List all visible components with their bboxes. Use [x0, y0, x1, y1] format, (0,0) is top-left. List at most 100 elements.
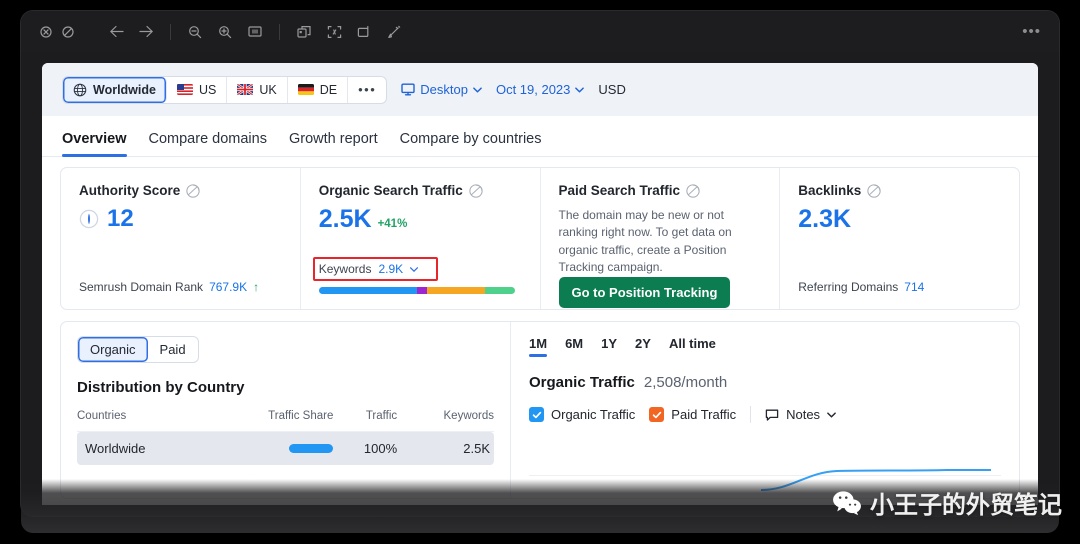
domain-rank-value[interactable]: 767.9K: [209, 280, 247, 294]
backlinks-value-row: 2.3K: [798, 206, 1001, 233]
legend-paid-traffic[interactable]: Paid Traffic: [649, 407, 736, 422]
cell-traffic: 2.5K: [397, 431, 494, 465]
authority-score-title: Authority Score: [79, 183, 282, 198]
toggle-paid[interactable]: Paid: [148, 337, 198, 362]
screenshot-root: ••• Worldwide US UK DE ••• Desktop Oct 1…: [0, 0, 1080, 544]
keywords-label: Keywords: [318, 262, 372, 276]
gauge-icon: [79, 209, 99, 229]
organic-traffic-title: Organic Search Traffic: [319, 183, 522, 198]
period-all-time[interactable]: All time: [669, 336, 716, 357]
device-selector[interactable]: Desktop: [401, 82, 482, 97]
table-row[interactable]: Worldwide 100% 2.5K: [77, 431, 494, 465]
browser-toolbar: •••: [21, 11, 1059, 52]
tab-overview[interactable]: Overview: [62, 131, 127, 157]
geo-more[interactable]: •••: [348, 77, 386, 103]
cell-country: Worldwide: [77, 431, 209, 465]
globe-icon: [73, 83, 87, 96]
col-keywords[interactable]: Keywords: [397, 410, 494, 432]
traffic-sparkline: [761, 469, 991, 491]
authority-score-label: Authority Score: [79, 183, 181, 198]
keywords-row[interactable]: Keywords 2.9K: [312, 257, 439, 281]
device-label: Desktop: [420, 82, 468, 97]
segment-orange: [426, 287, 486, 294]
select-region-icon[interactable]: [319, 19, 349, 45]
period-1y[interactable]: 1Y: [601, 336, 617, 357]
legend-divider: [750, 406, 752, 423]
geo-selector: Worldwide US UK DE •••: [62, 75, 388, 104]
backlinks-label: Backlinks: [798, 183, 862, 198]
tab-growth-report[interactable]: Growth report: [289, 131, 378, 156]
app-window: ••• Worldwide US UK DE ••• Desktop Oct 1…: [21, 11, 1059, 516]
authority-score-value: 12: [107, 205, 134, 232]
paid-traffic-title: Paid Search Traffic: [559, 183, 762, 198]
authority-score-value-row: 12: [79, 205, 282, 233]
organic-traffic-label: Organic Search Traffic: [318, 183, 463, 198]
stop-icon[interactable]: [35, 19, 57, 45]
fit-width-icon[interactable]: [240, 19, 270, 45]
keywords-block: Keywords 2.9K: [312, 257, 522, 294]
organic-paid-toggle: Organic Paid: [77, 336, 199, 363]
caret-down-icon: [410, 266, 419, 272]
referring-domains-label: Referring Domains: [798, 280, 899, 294]
date-label: Oct 19, 2023: [495, 82, 571, 97]
checkbox-checked-icon: [529, 407, 544, 422]
new-window-icon[interactable]: [349, 19, 379, 45]
block-icon[interactable]: [57, 19, 79, 45]
legend-organic-label: Organic Traffic: [551, 407, 636, 422]
cell-traffic-share: [208, 431, 334, 465]
organic-traffic-delta: +41%: [377, 218, 408, 230]
col-traffic[interactable]: Traffic: [333, 410, 398, 432]
referring-domains-value[interactable]: 714: [904, 280, 924, 294]
zoom-out-icon[interactable]: [180, 19, 210, 45]
date-selector[interactable]: Oct 19, 2023: [495, 82, 585, 97]
toggle-organic[interactable]: Organic: [78, 337, 148, 362]
metric-cards: Authority Score 12 Semrush Domain Rank 7…: [60, 167, 1020, 310]
geo-uk[interactable]: UK: [227, 76, 288, 103]
col-countries[interactable]: Countries: [77, 410, 209, 432]
toolbar-divider-1: [170, 23, 171, 40]
domain-rank-label: Semrush Domain Rank: [79, 280, 204, 294]
tab-compare-by-countries[interactable]: Compare by countries: [400, 131, 542, 156]
info-icon[interactable]: [686, 183, 700, 198]
distribution-heading: Distribution by Country: [77, 379, 245, 396]
info-icon[interactable]: [186, 183, 200, 198]
go-to-position-tracking-button[interactable]: Go to Position Tracking: [558, 276, 731, 308]
segment-green: [485, 287, 515, 294]
legend-organic-traffic[interactable]: Organic Traffic: [529, 407, 635, 422]
table-header-row: Countries Traffic Share Traffic Keywords: [77, 410, 494, 432]
geo-de-label: DE: [319, 82, 338, 97]
desktop-icon: [401, 83, 415, 96]
card-organic-search-traffic: Organic Search Traffic 2.5K +41% Keyword…: [301, 168, 541, 309]
tab-compare-domains[interactable]: Compare domains: [149, 131, 267, 156]
organic-traffic-heading: Organic Traffic: [529, 374, 635, 391]
duplicate-icon[interactable]: [289, 19, 319, 45]
filter-bar: Worldwide US UK DE ••• Desktop Oct 19, 2…: [42, 63, 1038, 116]
lower-panel: Organic Paid Distribution by Country Cou…: [60, 321, 1020, 499]
toolbar-divider-2: [279, 23, 280, 40]
back-icon[interactable]: [101, 19, 131, 45]
zoom-in-icon[interactable]: [210, 19, 240, 45]
col-traffic-share[interactable]: Traffic Share: [208, 410, 334, 432]
info-icon[interactable]: [867, 183, 881, 198]
nav-tabs: Overview Compare domains Growth report C…: [42, 116, 1038, 157]
notes-dropdown[interactable]: Notes: [765, 407, 836, 422]
toolbar-overflow-button[interactable]: •••: [1022, 24, 1045, 39]
backlinks-title: Backlinks: [798, 183, 1001, 198]
annotate-icon[interactable]: [379, 19, 409, 45]
traffic-share-bar: [208, 444, 334, 453]
period-selector: 1M 6M 1Y 2Y All time: [529, 336, 1001, 357]
flag-de-icon: [297, 84, 314, 95]
distribution-section: Organic Paid Distribution by Country Cou…: [61, 322, 511, 498]
geo-worldwide-label: Worldwide: [93, 82, 156, 97]
geo-us[interactable]: US: [167, 76, 228, 103]
keywords-value: 2.9K: [378, 262, 404, 276]
period-2y[interactable]: 2Y: [635, 336, 651, 357]
period-1m[interactable]: 1M: [529, 336, 548, 357]
geo-de[interactable]: DE: [288, 76, 349, 103]
page-content: Worldwide US UK DE ••• Desktop Oct 19, 2…: [42, 63, 1038, 505]
forward-icon[interactable]: [131, 19, 161, 45]
info-icon[interactable]: [469, 183, 483, 198]
geo-worldwide[interactable]: Worldwide: [63, 76, 167, 103]
period-6m[interactable]: 6M: [565, 336, 583, 357]
card-backlinks: Backlinks 2.3K Referring Domains 714: [780, 168, 1019, 309]
